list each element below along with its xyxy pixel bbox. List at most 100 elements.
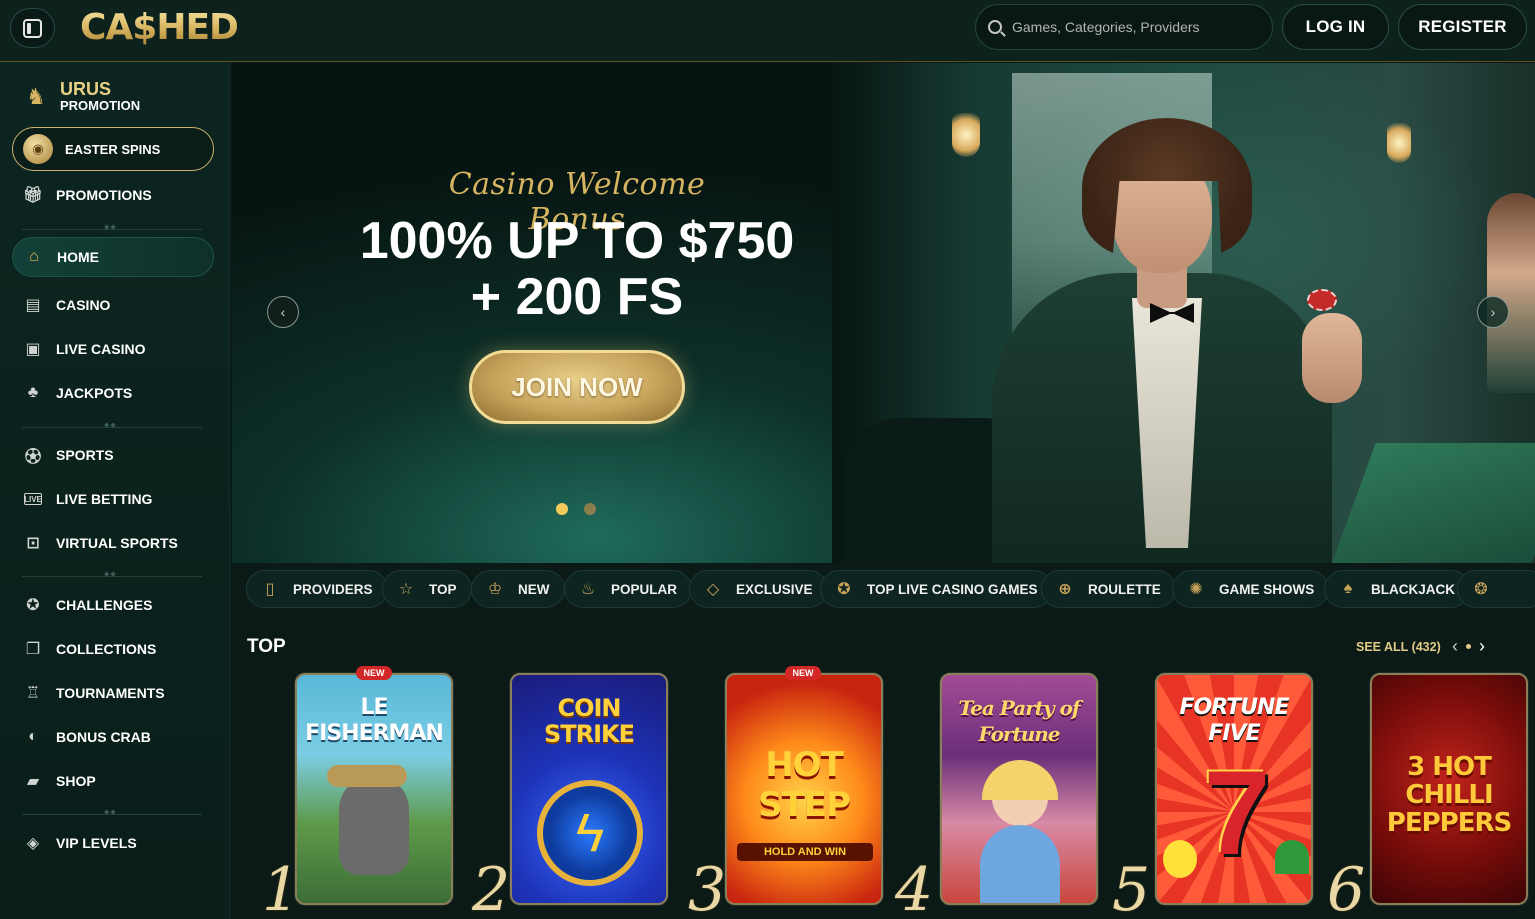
game-card-hot-step[interactable]: HOT STEP HOLD AND WIN <box>725 673 883 905</box>
sidebar-item-home[interactable]: ⌂ HOME <box>12 237 214 277</box>
category-more[interactable]: ❂ <box>1457 570 1535 608</box>
category-game-shows[interactable]: ✺ GAME SHOWS <box>1172 570 1330 608</box>
hero-dot-2[interactable] <box>584 503 596 515</box>
sidebar-item-jackpots[interactable]: ♣ JACKPOTS <box>12 373 214 413</box>
register-button[interactable]: REGISTER <box>1398 4 1527 50</box>
category-label: PROVIDERS <box>293 581 373 597</box>
book-icon: ▯ <box>265 581 275 598</box>
sidebar-item-label: CASINO <box>56 297 111 313</box>
category-providers[interactable]: ▯ PROVIDERS <box>246 570 388 608</box>
login-button[interactable]: LOG IN <box>1282 4 1389 50</box>
soccer-ball-icon: ⚽︎ <box>24 449 41 466</box>
easter-egg-icon: ◉ <box>23 134 53 164</box>
collections-icon: ❐ <box>25 641 41 658</box>
promo-title: URUS <box>60 79 112 99</box>
sidebar-item-promotions[interactable]: 🎁︎ PROMOTIONS <box>12 175 214 215</box>
easter-spins-button[interactable]: ◉ EASTER SPINS <box>12 127 214 171</box>
category-blackjack[interactable]: ♠ BLACKJACK <box>1324 570 1470 608</box>
game-card-le-fisherman[interactable]: LE FISHERMAN <box>295 673 453 905</box>
carousel-prev-icon[interactable]: ‹ <box>1452 636 1458 657</box>
see-all-link[interactable]: SEE ALL (432) <box>1356 640 1441 654</box>
sidebar-item-challenges[interactable]: ✪ CHALLENGES <box>12 585 214 625</box>
category-new[interactable]: ♔ NEW <box>471 570 565 608</box>
join-now-button[interactable]: JOIN NOW <box>469 350 685 424</box>
sidebar-item-vip-levels[interactable]: ◈ VIP LEVELS <box>12 823 214 863</box>
rank-number: 6 <box>1327 855 1366 919</box>
sidebar-item-label: SPORTS <box>56 447 114 463</box>
category-top-live-casino-games[interactable]: ✪ TOP LIVE CASINO GAMES <box>820 570 1053 608</box>
category-label: GAME SHOWS <box>1219 581 1315 597</box>
sidebar-item-casino[interactable]: ▤ CASINO <box>12 285 214 325</box>
sidebar-item-sports[interactable]: ⚽︎ SPORTS <box>12 435 214 475</box>
category-roulette[interactable]: ⊕ ROULETTE <box>1041 570 1176 608</box>
game-card-tea-party-of-fortune[interactable]: Tea Party of Fortune <box>940 673 1098 905</box>
sidebar-item-live-casino[interactable]: ▣ LIVE CASINO <box>12 329 214 369</box>
chevron-left-icon: ‹ <box>280 304 286 320</box>
game-title: COIN STRIKE <box>543 694 635 748</box>
category-top[interactable]: ☆ TOP <box>382 570 472 608</box>
search-box[interactable] <box>975 4 1273 50</box>
sidebar-divider <box>22 223 202 231</box>
sidebar-divider <box>22 421 202 429</box>
live-icon: LIVE <box>24 493 42 505</box>
bull-logo-icon: ♞ <box>26 84 46 109</box>
site-logo[interactable]: CA$HED <box>80 8 239 48</box>
medal-icon: ✪ <box>837 581 851 598</box>
sidebar-item-tournaments[interactable]: ♖ TOURNAMENTS <box>12 673 214 713</box>
cards-icon: ♠ <box>1343 580 1353 597</box>
category-label: ROULETTE <box>1088 581 1161 597</box>
gift-icon: 🎁︎ <box>22 187 44 204</box>
category-label: BLACKJACK <box>1371 581 1455 597</box>
rank-number: 5 <box>1112 855 1151 919</box>
game-title: 3 HOT CHILLI PEPPERS <box>1386 752 1512 838</box>
hero-prev-button[interactable]: ‹ <box>267 296 299 328</box>
search-input[interactable] <box>1012 19 1252 35</box>
category-label: TOP <box>429 581 457 597</box>
carousel-next-icon[interactable]: › <box>1479 636 1485 657</box>
game-card-coin-strike[interactable]: COIN STRIKE ϟ <box>510 673 668 905</box>
sidebar-toggle-icon <box>23 18 42 38</box>
game-card-3-hot-chilli-peppers[interactable]: 3 HOT CHILLI PEPPERS <box>1370 673 1528 905</box>
sidebar-item-label: LIVE CASINO <box>56 341 146 357</box>
new-badge: NEW <box>356 666 392 680</box>
sidebar-divider <box>22 808 202 816</box>
hero-title-line1: 100% UP TO $750 <box>359 212 795 270</box>
home-icon: ⌂ <box>29 248 39 265</box>
sidebar-divider <box>22 570 202 578</box>
category-bar: ▯ PROVIDERS ☆ TOP ♔ NEW ♨ POPULAR ◇ EXCL… <box>246 570 1535 610</box>
rank-number: 4 <box>895 855 934 919</box>
category-label: TOP LIVE CASINO GAMES <box>867 581 1038 597</box>
sidebar-item-label: TOURNAMENTS <box>56 685 165 701</box>
category-popular[interactable]: ♨ POPULAR <box>564 570 693 608</box>
chevron-right-icon: › <box>1490 304 1496 320</box>
sidebar-item-live-betting[interactable]: LIVE LIVE BETTING <box>12 479 214 519</box>
sidebar-item-label: PROMOTIONS <box>56 187 152 203</box>
game-card-fortune-five[interactable]: FORTUNE FIVE 7 <box>1155 673 1313 905</box>
sidebar-toggle-button[interactable] <box>10 8 55 48</box>
sidebar-item-collections[interactable]: ❐ COLLECTIONS <box>12 629 214 669</box>
sidebar-item-label: VIP LEVELS <box>56 835 137 851</box>
urus-promotion-link[interactable]: ♞ URUS PROMOTION <box>22 80 140 114</box>
easter-spins-label: EASTER SPINS <box>65 141 161 157</box>
trophy-icon: ♖ <box>25 685 41 702</box>
sidebar-item-label: BONUS CRAB <box>56 729 151 745</box>
more-category-icon: ❂ <box>1474 581 1488 598</box>
rank-number: 2 <box>472 855 511 919</box>
challenges-icon: ✪ <box>26 597 40 614</box>
category-label: EXCLUSIVE <box>736 581 813 597</box>
category-label: POPULAR <box>611 581 678 597</box>
sidebar-item-shop[interactable]: ▰ SHOP <box>12 761 214 801</box>
category-exclusive[interactable]: ◇ EXCLUSIVE <box>689 570 828 608</box>
live-casino-icon: ▣ <box>25 341 41 358</box>
sidebar-item-label: VIRTUAL SPORTS <box>56 535 178 551</box>
sidebar-item-bonus-crab[interactable]: ◐ BONUS CRAB <box>12 717 214 757</box>
hero-next-button[interactable]: › <box>1477 296 1509 328</box>
hero-title: 100% UP TO $750 + 200 FS <box>322 213 832 325</box>
hero-dot-1[interactable] <box>556 503 568 515</box>
sidebar-item-virtual-sports[interactable]: ⊡ VIRTUAL SPORTS <box>12 523 214 563</box>
hero-banner[interactable]: Casino Welcome Bonus 100% UP TO $750 + 2… <box>232 63 1535 563</box>
wheel-icon: ✺ <box>1189 581 1203 598</box>
rank-number: 1 <box>262 855 301 919</box>
sidebar-item-label: SHOP <box>56 773 96 789</box>
game-title: LE FISHERMAN <box>305 695 444 746</box>
